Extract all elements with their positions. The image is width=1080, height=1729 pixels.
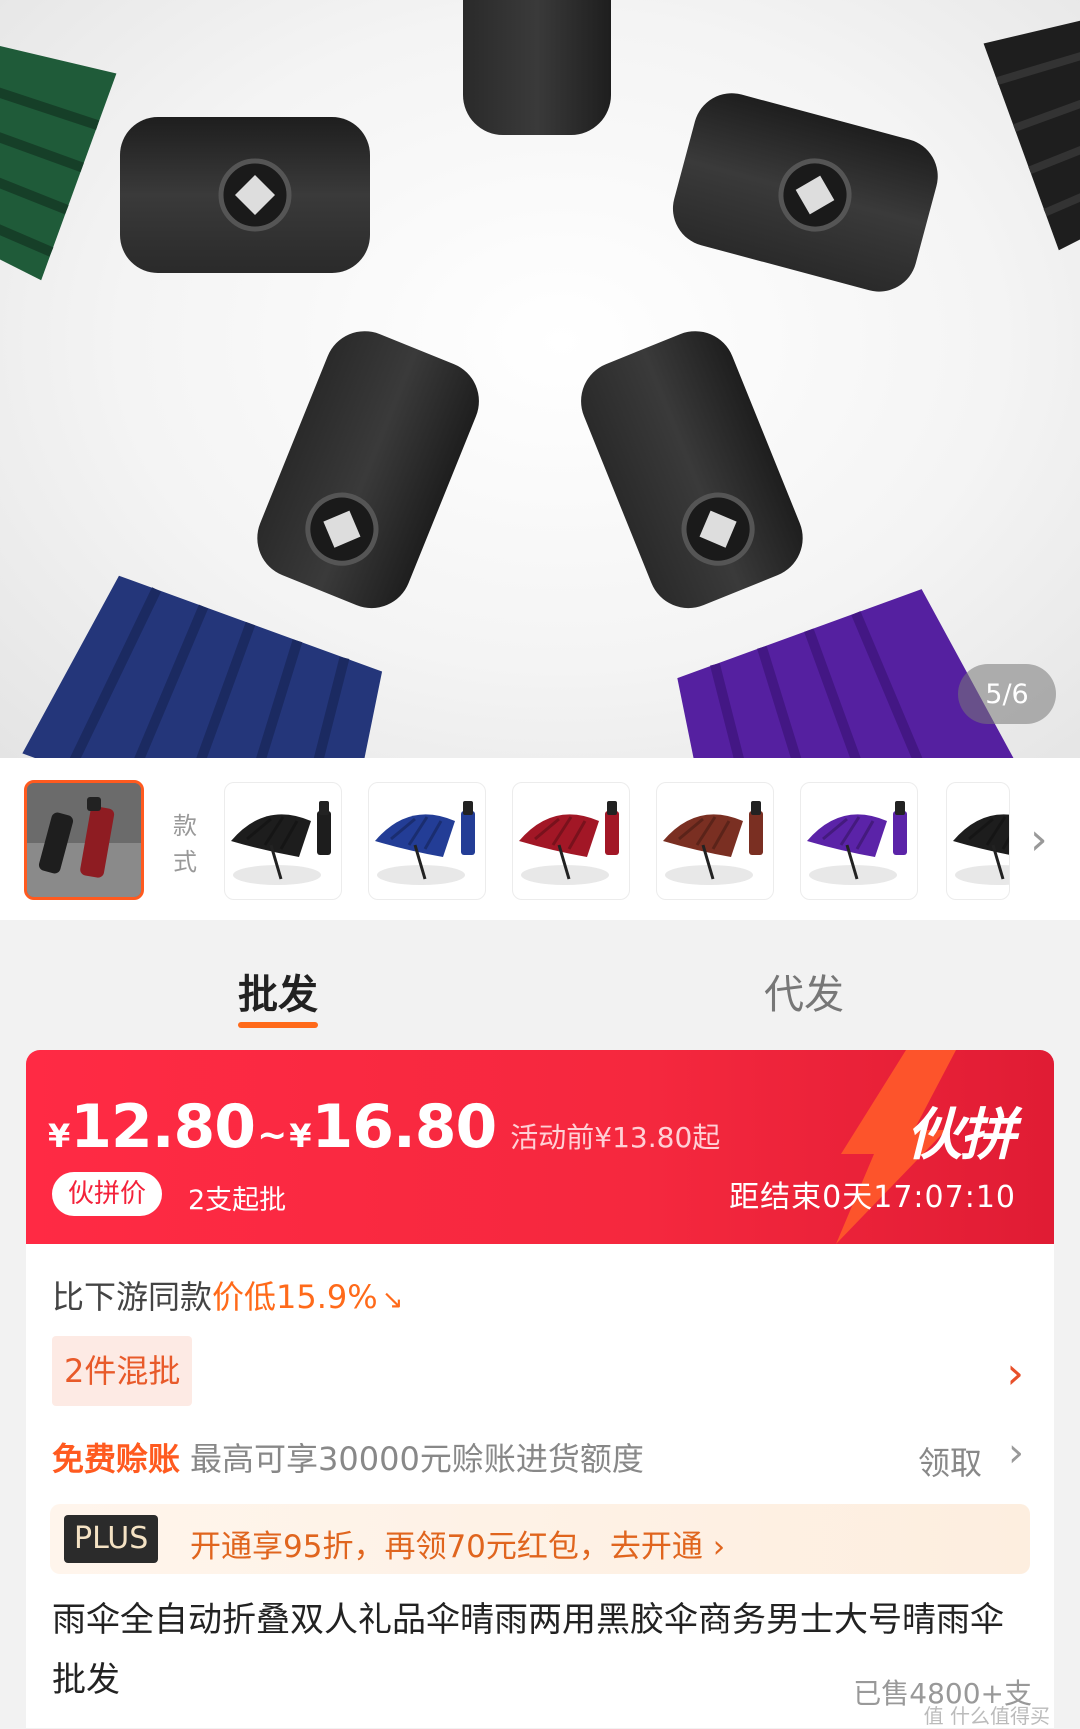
min-order-quantity: 2支起批 xyxy=(188,1185,287,1216)
claim-credit-button[interactable]: 领取 xyxy=(918,1438,982,1484)
group-price-tag: 伙拼价 xyxy=(52,1172,163,1216)
product-hero-image[interactable]: 5/6 xyxy=(0,0,1080,758)
watermark: 值 什么值得买 xyxy=(923,1704,1050,1728)
image-counter: 5/6 xyxy=(958,664,1056,724)
plus-promo-text: 开通享95折，再领70元红包，去开通 › xyxy=(190,1529,726,1565)
umbrella-handles-illustration xyxy=(0,0,1080,758)
style-thumbnails-bar: 款式 › xyxy=(0,758,1080,920)
trend-down-icon: ↘ xyxy=(381,1285,404,1315)
selected-style-thumbnail[interactable] xyxy=(24,780,144,900)
free-credit-title: 免费赊账 xyxy=(52,1440,181,1478)
group-buy-price-banner: ¥12.80~¥16.80 活动前¥13.80起 伙拼价 2支起批 伙拼 距结束0… xyxy=(26,1050,1054,1244)
free-credit-row: 免费赊账 最高可享30000元赊账进货额度 xyxy=(52,1434,644,1480)
free-credit-desc: 最高可享30000元赊账进货额度 xyxy=(190,1440,644,1478)
style-thumbnail-black-partial[interactable] xyxy=(946,782,1010,900)
price-comparison: 比下游同款价低15.9% ↘ xyxy=(52,1278,404,1316)
style-thumbnail-purple[interactable] xyxy=(800,782,918,900)
chevron-right-icon[interactable]: › xyxy=(1008,1430,1024,1476)
style-thumbnail-red[interactable] xyxy=(512,782,630,900)
style-thumbnail-brown[interactable] xyxy=(656,782,774,900)
tab-dropship[interactable]: 代发 xyxy=(764,962,844,1020)
promo-countdown: 距结束0天17:07:10 xyxy=(729,1180,1016,1215)
price-range: ¥12.80~¥16.80 活动前¥13.80起 xyxy=(48,1092,721,1162)
chevron-right-icon[interactable]: › xyxy=(1006,1348,1024,1399)
plus-badge: PLUS xyxy=(64,1515,159,1563)
price-low: 12.80 xyxy=(70,1092,256,1162)
style-thumbnail-black[interactable] xyxy=(224,782,342,900)
product-info-card: 比下游同款价低15.9% ↘ 2件混批 › 免费赊账 最高可享30000元赊账进货额… xyxy=(26,1244,1054,1728)
price-lower-percent: 价低15.9% xyxy=(212,1278,378,1316)
group-buy-badge: 伙拼 xyxy=(906,1103,1016,1168)
style-label: 款式 xyxy=(173,812,197,876)
price-before-promo: 活动前¥13.80起 xyxy=(510,1121,721,1154)
chevron-right-icon[interactable]: › xyxy=(1030,816,1060,864)
mixed-batch-tag[interactable]: 2件混批 xyxy=(52,1336,193,1406)
style-thumbnail-navy[interactable] xyxy=(368,782,486,900)
tab-wholesale[interactable]: 批发 xyxy=(238,962,318,1020)
price-high: 16.80 xyxy=(311,1092,498,1162)
plus-membership-bar[interactable]: PLUS 开通享95折，再领70元红包，去开通 › xyxy=(50,1504,1030,1574)
purchase-mode-tabs: 批发 代发 xyxy=(0,920,1080,1032)
tab-active-indicator xyxy=(238,1022,318,1028)
